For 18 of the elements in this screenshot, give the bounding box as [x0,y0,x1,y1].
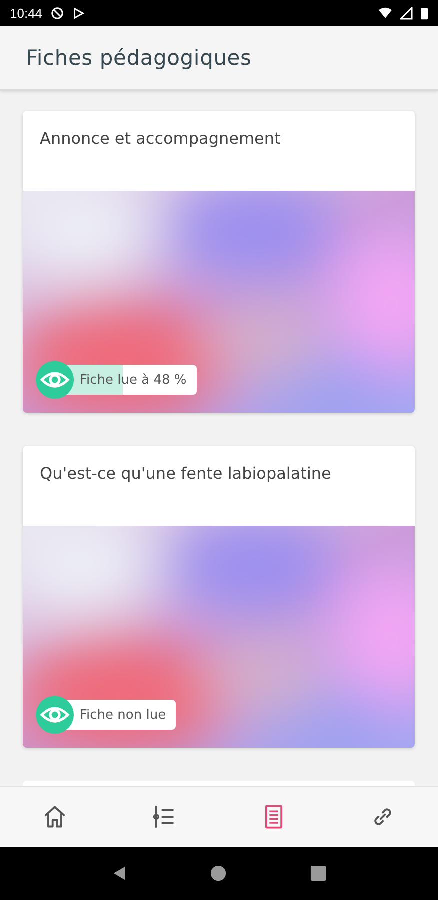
eye-icon [36,696,74,734]
progress-label: Fiche lue à 48 % [80,372,187,388]
do-not-disturb-icon [50,6,64,20]
page-title: Fiches pédagogiques [26,46,252,70]
home-button-icon[interactable] [210,865,228,882]
home-icon[interactable] [42,804,68,830]
eye-icon [36,361,74,399]
card[interactable]: Qu'est-ce qu'une fente labiopalatine Fiche non lue [23,446,415,748]
play-store-icon [72,6,85,20]
card-title: Annonce et accompagnement [39,128,282,150]
card[interactable]: Annonce et accompagnement Fiche lue à 48 % [23,111,415,413]
progress-label: Fiche non lue [80,708,166,722]
card-title: Qu'est-ce qu'une fente labiopalatine [39,463,332,485]
recents-icon[interactable] [310,865,327,882]
battery-icon [421,6,428,20]
signal-icon [400,6,413,20]
status-time: 10:44 [10,6,43,20]
wifi-icon [379,6,392,20]
